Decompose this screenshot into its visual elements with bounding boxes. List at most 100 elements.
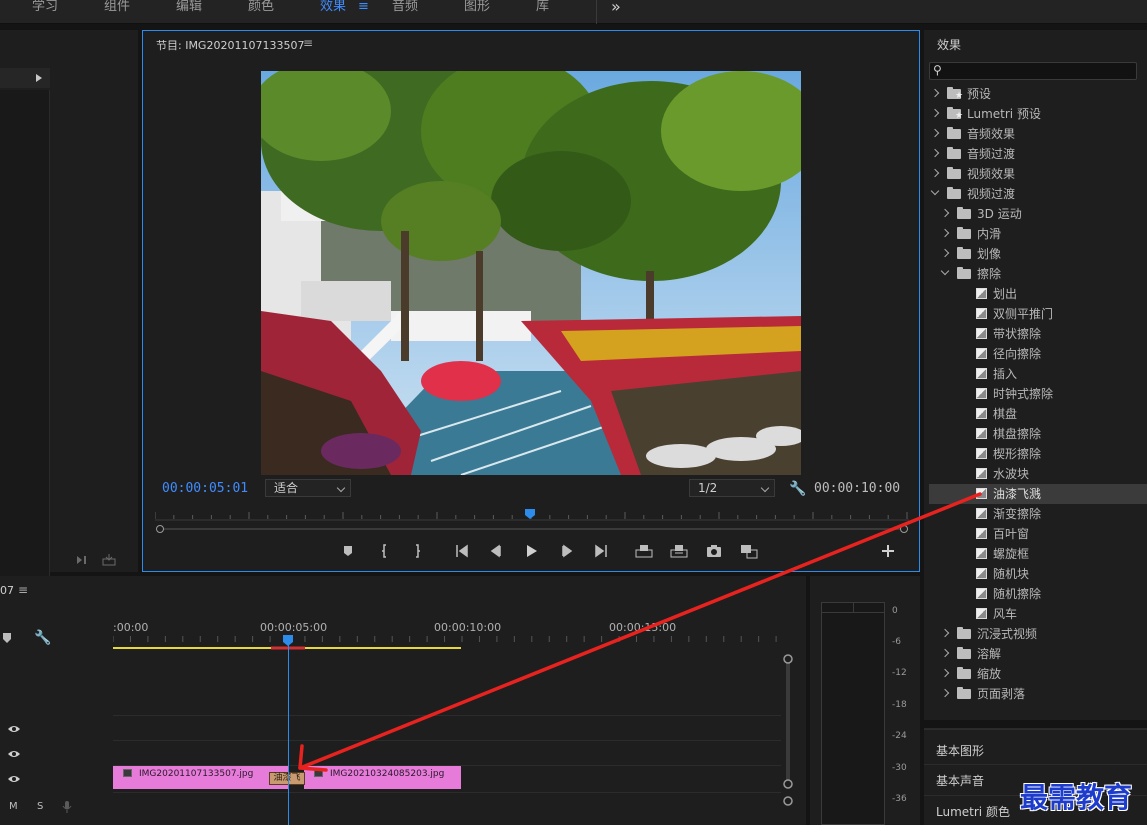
workspace-tab-editing[interactable]: 编辑 xyxy=(176,0,202,16)
playhead-marker[interactable] xyxy=(525,509,535,519)
eye-icon[interactable] xyxy=(7,772,21,786)
chevron-right-icon[interactable] xyxy=(930,128,940,138)
workspace-tab-learn[interactable]: 学习 xyxy=(32,0,58,16)
workspace-tab-graphics[interactable]: 图形 xyxy=(464,0,490,16)
go-to-out-icon[interactable] xyxy=(591,541,611,561)
timeline-clip[interactable]: IMG20201107133507.jpg xyxy=(113,766,288,789)
workspace-tab-effects[interactable]: 效果 xyxy=(320,0,346,16)
expand-arrow-icon[interactable] xyxy=(36,74,42,82)
effect-item[interactable]: 螺旋框 xyxy=(929,544,1147,564)
effect-item[interactable]: 随机块 xyxy=(929,564,1147,584)
timeline-vertical-scrollbar[interactable] xyxy=(782,653,794,803)
playback-resolution-select[interactable]: 1/2 xyxy=(689,479,775,497)
effect-item[interactable]: 带状擦除 xyxy=(929,324,1147,344)
effect-folder[interactable]: 视频过渡 xyxy=(929,184,1147,204)
effect-folder[interactable]: 视频效果 xyxy=(929,164,1147,184)
chevron-down-icon[interactable] xyxy=(940,266,950,276)
step-forward-icon[interactable] xyxy=(557,541,577,561)
settings-wrench-icon[interactable]: 🔧 xyxy=(789,481,806,497)
effect-folder[interactable]: 沉浸式视频 xyxy=(929,624,1147,644)
workspace-tab-color[interactable]: 颜色 xyxy=(248,0,274,16)
play-icon[interactable] xyxy=(521,541,541,561)
effect-item[interactable]: 划出 xyxy=(929,284,1147,304)
chevron-right-icon[interactable] xyxy=(940,648,950,658)
timeline-clip[interactable]: IMG20210324085203.jpg xyxy=(304,766,461,789)
section-lumetri-color[interactable]: Lumetri 颜色 xyxy=(936,803,1010,820)
zoom-scroll-bar[interactable] xyxy=(155,525,909,533)
zoom-fit-select[interactable]: 适合 xyxy=(265,479,351,497)
workspace-tab-libraries[interactable]: 库 xyxy=(536,0,549,16)
effect-folder[interactable]: 划像 xyxy=(929,244,1147,264)
mark-in-icon[interactable] xyxy=(375,541,395,561)
effect-item[interactable]: 楔形擦除 xyxy=(929,444,1147,464)
effects-search-input[interactable]: ⚲ xyxy=(929,62,1137,80)
effect-item[interactable]: 百叶窗 xyxy=(929,524,1147,544)
sequence-tab-title[interactable]: 07 xyxy=(0,584,14,597)
step-back-icon[interactable] xyxy=(486,541,506,561)
effect-item[interactable]: 风车 xyxy=(929,604,1147,624)
chevron-right-icon[interactable] xyxy=(940,668,950,678)
workspace-tab-audio[interactable]: 音频 xyxy=(392,0,418,16)
effect-item[interactable]: 双侧平推门 xyxy=(929,304,1147,324)
effect-item[interactable]: 棋盘擦除 xyxy=(929,424,1147,444)
effect-folder[interactable]: 缩放 xyxy=(929,664,1147,684)
eye-icon[interactable] xyxy=(7,722,21,736)
add-button-icon[interactable] xyxy=(878,541,898,561)
chevron-right-icon[interactable] xyxy=(940,628,950,638)
section-essential-graphics[interactable]: 基本图形 xyxy=(936,742,984,759)
effect-item[interactable]: 油漆飞溅 xyxy=(929,484,1147,504)
add-marker-icon[interactable] xyxy=(3,633,11,643)
extract-icon[interactable] xyxy=(669,541,689,561)
go-to-in-icon[interactable] xyxy=(452,541,472,561)
transition-clip[interactable]: 油漆飞 xyxy=(269,772,305,785)
effect-item[interactable]: 水波块 xyxy=(929,464,1147,484)
chevron-right-icon[interactable] xyxy=(940,228,950,238)
chevron-right-icon[interactable] xyxy=(930,108,940,118)
effect-item[interactable]: 插入 xyxy=(929,364,1147,384)
program-panel-menu-icon[interactable]: ≡ xyxy=(303,36,313,50)
chevron-right-icon[interactable] xyxy=(930,148,940,158)
effect-item[interactable]: 随机擦除 xyxy=(929,584,1147,604)
effect-folder[interactable]: 音频效果 xyxy=(929,124,1147,144)
microphone-icon[interactable] xyxy=(62,800,72,814)
workspace-tab-assembly[interactable]: 组件 xyxy=(104,0,130,16)
eye-icon[interactable] xyxy=(7,747,21,761)
effect-folder[interactable]: 溶解 xyxy=(929,644,1147,664)
add-marker-icon[interactable] xyxy=(338,541,358,561)
mark-out-icon[interactable] xyxy=(407,541,427,561)
export-frame-icon[interactable] xyxy=(704,541,724,561)
mute-track-button[interactable]: M xyxy=(9,801,18,812)
lift-icon[interactable] xyxy=(634,541,654,561)
effect-item[interactable]: 渐变擦除 xyxy=(929,504,1147,524)
chevron-right-icon[interactable] xyxy=(940,248,950,258)
chevron-right-icon[interactable] xyxy=(940,688,950,698)
effect-folder[interactable]: ★ 预设 xyxy=(929,84,1147,104)
scroll-handle-icon[interactable] xyxy=(782,795,794,807)
effect-folder[interactable]: 音频过渡 xyxy=(929,144,1147,164)
chevron-right-icon[interactable] xyxy=(930,168,940,178)
timeline-ruler[interactable]: :00:00 00:00:05:00 00:00:10:00 00:00:15:… xyxy=(113,616,783,650)
insert-icon[interactable] xyxy=(76,555,90,565)
effect-folder[interactable]: 擦除 xyxy=(929,264,1147,284)
chevron-right-icon[interactable] xyxy=(930,88,940,98)
timeline-menu-icon[interactable]: ≡ xyxy=(18,583,28,597)
chevron-right-icon[interactable] xyxy=(940,208,950,218)
timeline-settings-wrench-icon[interactable]: 🔧 xyxy=(34,630,51,646)
comparison-view-icon[interactable] xyxy=(739,541,759,561)
program-time-ruler[interactable] xyxy=(155,507,909,521)
transition-effect-icon xyxy=(976,528,987,539)
chevron-down-icon[interactable] xyxy=(930,186,940,196)
effect-item[interactable]: 时钟式擦除 xyxy=(929,384,1147,404)
overwrite-icon[interactable] xyxy=(102,554,116,566)
effect-folder[interactable]: ★ Lumetri 预设 xyxy=(929,104,1147,124)
current-timecode[interactable]: 00:00:05:01 xyxy=(162,481,248,496)
effect-folder[interactable]: 页面剥落 xyxy=(929,684,1147,704)
effect-item[interactable]: 径向擦除 xyxy=(929,344,1147,364)
solo-track-button[interactable]: S xyxy=(37,801,43,812)
workspace-menu-icon[interactable]: ≡ xyxy=(358,0,369,14)
effect-folder[interactable]: 内滑 xyxy=(929,224,1147,244)
effect-item[interactable]: 棋盘 xyxy=(929,404,1147,424)
effect-folder[interactable]: 3D 运动 xyxy=(929,204,1147,224)
section-essential-sound[interactable]: 基本声音 xyxy=(936,772,984,789)
more-workspaces-icon[interactable]: » xyxy=(611,0,621,16)
